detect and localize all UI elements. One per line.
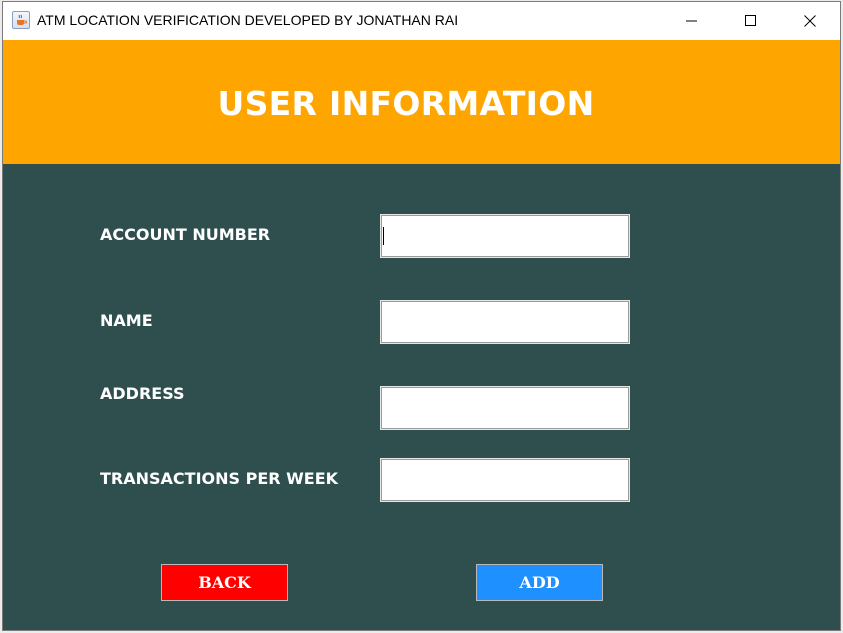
window-title: ATM LOCATION VERIFICATION DEVELOPED BY J… xyxy=(37,12,459,28)
account-number-label: ACCOUNT NUMBER xyxy=(100,225,271,244)
java-cup-icon xyxy=(12,11,30,29)
add-button[interactable]: ADD xyxy=(476,564,603,601)
address-label: ADDRESS xyxy=(100,384,185,403)
minimize-icon xyxy=(686,20,697,22)
name-label: NAME xyxy=(100,311,153,330)
user-information-form: ACCOUNT NUMBER NAME ADDRESS TRANSACTIONS… xyxy=(3,164,840,630)
name-input[interactable] xyxy=(380,300,630,344)
transactions-per-week-label: TRANSACTIONS PER WEEK xyxy=(100,469,339,488)
back-button[interactable]: BACK xyxy=(161,564,288,601)
maximize-icon xyxy=(745,15,756,26)
page-title: USER INFORMATION xyxy=(217,84,595,123)
text-caret xyxy=(383,227,384,245)
app-window: ATM LOCATION VERIFICATION DEVELOPED BY J… xyxy=(2,1,841,631)
close-icon xyxy=(804,15,816,27)
header-banner: USER INFORMATION xyxy=(3,40,840,164)
close-button[interactable] xyxy=(787,2,833,40)
transactions-per-week-input[interactable] xyxy=(380,458,630,502)
address-input[interactable] xyxy=(380,386,630,430)
account-number-input[interactable] xyxy=(380,214,630,258)
minimize-button[interactable] xyxy=(669,2,715,40)
title-bar[interactable]: ATM LOCATION VERIFICATION DEVELOPED BY J… xyxy=(3,2,840,40)
maximize-button[interactable] xyxy=(728,2,774,40)
